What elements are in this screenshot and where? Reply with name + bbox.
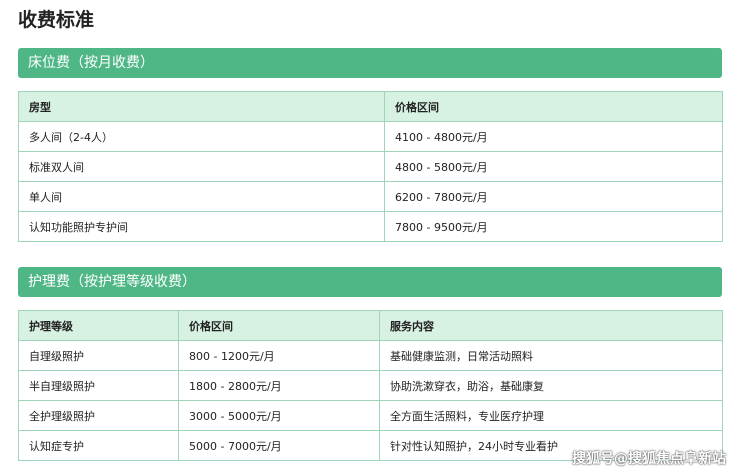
column-header-care-level: 护理等级 [18,310,179,341]
room-type-cell: 认知功能照护专护间 [18,211,385,242]
watermark: 搜狐号@搜狐焦点阜新站 [572,451,726,467]
table-header-row: 护理等级 价格区间 服务内容 [18,310,723,341]
table-row: 自理级照护 800 - 1200元/月 基础健康监测，日常活动照料 [18,340,723,371]
price-cell: 7800 - 9500元/月 [384,211,723,242]
bed-fee-section-header: 床位费（按月收费） [18,48,722,78]
care-level-cell: 全护理级照护 [18,400,179,431]
care-fee-table: 护理等级 价格区间 服务内容 自理级照护 800 - 1200元/月 基础健康监… [18,310,723,461]
price-cell: 5000 - 7000元/月 [178,430,380,461]
price-cell: 6200 - 7800元/月 [384,181,723,212]
table-row: 全护理级照护 3000 - 5000元/月 全方面生活照料，专业医疗护理 [18,400,723,431]
bed-fee-table: 房型 价格区间 多人间（2-4人） 4100 - 4800元/月 标准双人间 4… [18,91,723,242]
service-cell: 全方面生活照料，专业医疗护理 [379,400,723,431]
room-type-cell: 标准双人间 [18,151,385,182]
table-row: 认知功能照护专护间 7800 - 9500元/月 [18,211,723,242]
care-level-cell: 半自理级照护 [18,370,179,401]
table-header-row: 房型 价格区间 [18,91,723,122]
care-level-cell: 自理级照护 [18,340,179,371]
column-header-service-content: 服务内容 [379,310,723,341]
service-cell: 基础健康监测，日常活动照料 [379,340,723,371]
column-header-room-type: 房型 [18,91,385,122]
price-cell: 4100 - 4800元/月 [384,121,723,152]
price-cell: 3000 - 5000元/月 [178,400,380,431]
price-cell: 1800 - 2800元/月 [178,370,380,401]
column-header-price-range: 价格区间 [178,310,380,341]
room-type-cell: 单人间 [18,181,385,212]
price-cell: 4800 - 5800元/月 [384,151,723,182]
room-type-cell: 多人间（2-4人） [18,121,385,152]
table-row: 多人间（2-4人） 4100 - 4800元/月 [18,121,723,152]
column-header-price-range: 价格区间 [384,91,723,122]
table-row: 单人间 6200 - 7800元/月 [18,181,723,212]
service-cell: 协助洗漱穿衣，助浴，基础康复 [379,370,723,401]
care-level-cell: 认知症专护 [18,430,179,461]
page-title: 收费标准 [18,9,95,31]
table-row: 半自理级照护 1800 - 2800元/月 协助洗漱穿衣，助浴，基础康复 [18,370,723,401]
care-fee-section-header: 护理费（按护理等级收费） [18,267,722,297]
price-cell: 800 - 1200元/月 [178,340,380,371]
table-row: 标准双人间 4800 - 5800元/月 [18,151,723,182]
